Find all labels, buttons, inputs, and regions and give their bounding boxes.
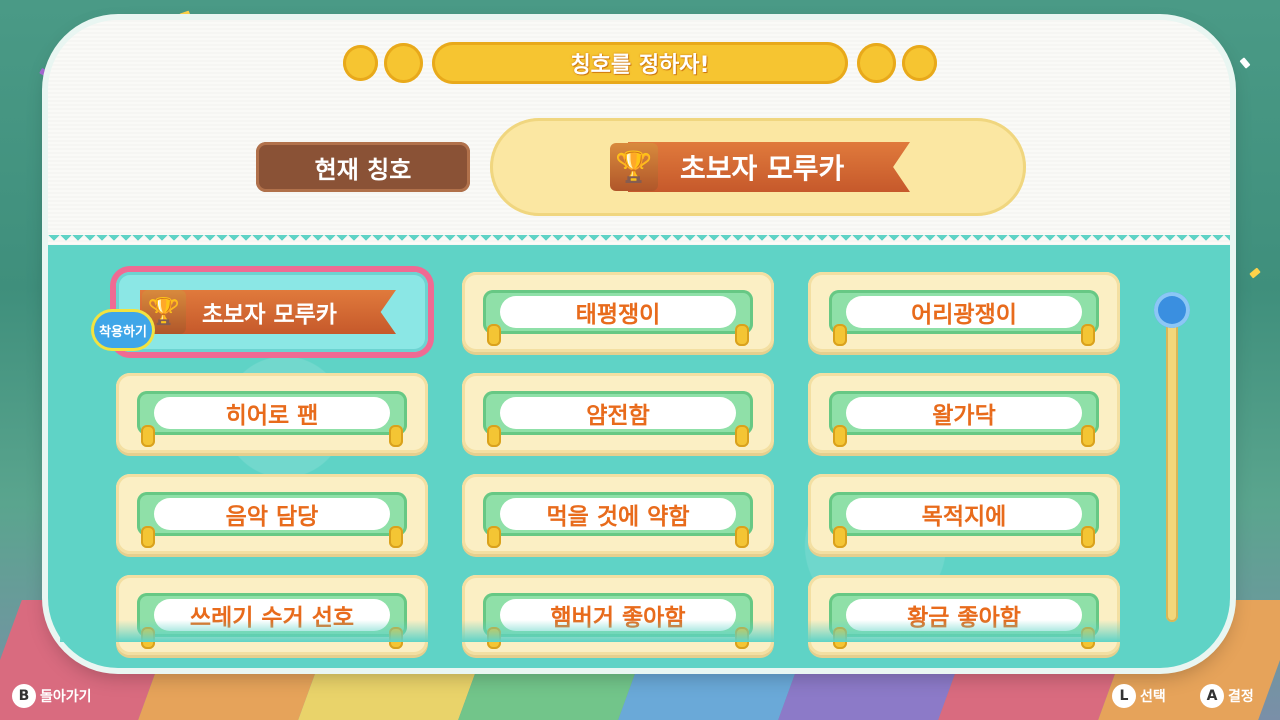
confirm-label: 결정 [1228, 689, 1254, 705]
title-text: 먹을 것에 약함 [500, 498, 736, 530]
back-hint[interactable]: B 돌아가기 [12, 684, 92, 708]
title-text: 태평쟁이 [500, 296, 736, 328]
back-label: 돌아가기 [40, 689, 92, 705]
title-banner: 목적지에 [829, 492, 1099, 548]
title-card[interactable]: 음악 담당 [116, 474, 428, 554]
header-dot [857, 43, 897, 83]
b-button-icon: B [12, 684, 36, 708]
a-button-icon: A [1200, 684, 1224, 708]
title-banner: 히어로 팬 [137, 391, 407, 447]
current-title-text: 초보자 모루카 [680, 152, 845, 185]
trophy-icon: 🏆 [610, 143, 658, 191]
title-card[interactable]: 왈가닥 [808, 373, 1120, 453]
list-fade [60, 620, 1150, 642]
title-banner: 태평쟁이 [483, 290, 753, 346]
scrollbar-thumb[interactable] [1154, 292, 1190, 328]
confetti [1249, 267, 1261, 279]
current-title-ribbon: 초보자 모루카 [628, 142, 910, 192]
header-bar: 칭호를 정하자! [340, 40, 940, 86]
title-card[interactable]: 어리광쟁이 [808, 272, 1120, 352]
title-banner: 먹을 것에 약함 [483, 492, 753, 548]
title-text: 얌전함 [500, 397, 736, 429]
title-text: 히어로 팬 [154, 397, 390, 429]
header-dot [383, 43, 423, 83]
scrollbar-track[interactable] [1166, 318, 1178, 622]
equipped-badge: 착용하기 [94, 312, 152, 348]
selected-title-text: 초보자 모루카 [202, 302, 337, 328]
title-text: 왈가닥 [846, 397, 1082, 429]
header-dot [343, 45, 378, 81]
l-button-icon: L [1112, 684, 1136, 708]
title-card[interactable]: 먹을 것에 약함 [462, 474, 774, 554]
current-title-label: 현재 칭호 [256, 142, 470, 192]
title-card[interactable]: 황금 좋아함 [808, 575, 1120, 655]
title-banner: 어리광쟁이 [829, 290, 1099, 346]
confirm-hint[interactable]: A 결정 [1200, 684, 1254, 708]
title-card[interactable]: 햄버거 좋아함 [462, 575, 774, 655]
title-card[interactable]: 목적지에 [808, 474, 1120, 554]
zigzag-edge [48, 235, 1230, 247]
confetti [1239, 57, 1251, 69]
title-banner: 음악 담당 [137, 492, 407, 548]
title-card[interactable]: 히어로 팬 [116, 373, 428, 453]
page-title: 칭호를 정하자! [431, 42, 849, 84]
select-hint[interactable]: L 선택 [1112, 684, 1166, 708]
title-text: 어리광쟁이 [846, 296, 1082, 328]
confetti [179, 10, 191, 20]
title-card[interactable]: 얌전함 [462, 373, 774, 453]
title-text: 목적지에 [846, 498, 1082, 530]
title-card[interactable]: 쓰레기 수거 선호 [116, 575, 428, 655]
select-label: 선택 [1140, 689, 1166, 705]
title-banner: 왈가닥 [829, 391, 1099, 447]
title-card[interactable]: 태평쟁이 [462, 272, 774, 352]
title-text: 음악 담당 [154, 498, 390, 530]
title-banner: 얌전함 [483, 391, 753, 447]
header-dot [902, 45, 938, 81]
